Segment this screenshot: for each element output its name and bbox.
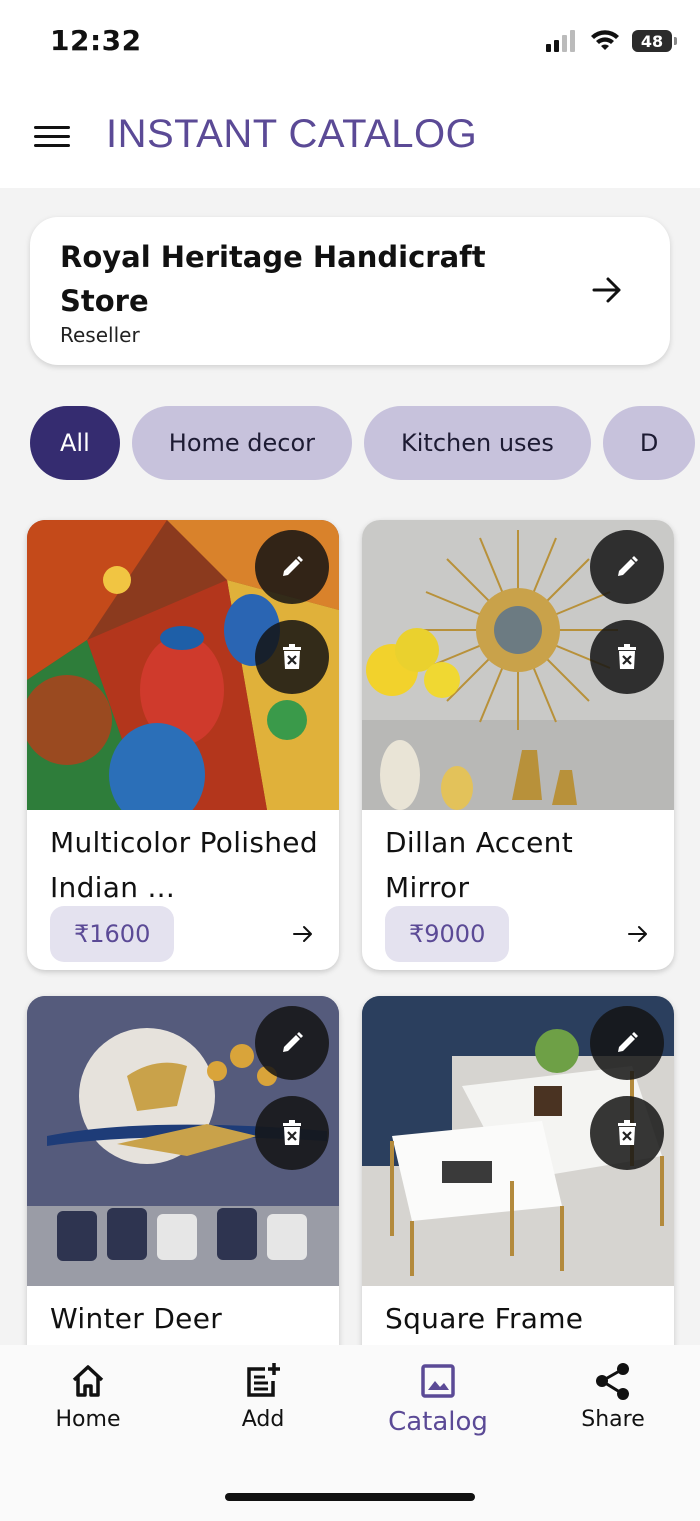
nav-add[interactable]: Add (203, 1361, 323, 1432)
nav-share-label: Share (581, 1407, 645, 1432)
product-name: Square Frame (385, 1302, 584, 1335)
pencil-icon (618, 1032, 638, 1052)
product-card[interactable]: Winter Deer (27, 996, 339, 1376)
image-icon (421, 1364, 455, 1398)
trash-icon (283, 1120, 301, 1145)
product-name: Winter Deer (50, 1302, 223, 1335)
delete-button[interactable] (590, 1096, 664, 1170)
category-chips: All Home decor Kitchen uses D (30, 406, 700, 480)
product-card[interactable]: Dillan Accent Mirror ₹9000 (362, 520, 674, 970)
share-icon (596, 1363, 629, 1400)
edit-button[interactable] (590, 530, 664, 604)
chip-kitchen-uses[interactable]: Kitchen uses (364, 406, 591, 480)
price-badge: ₹1600 (50, 906, 175, 962)
price-badge: ₹9000 (385, 906, 510, 962)
trash-icon (618, 1120, 636, 1145)
status-icons: 48 (546, 30, 677, 52)
bottom-nav: Home Add Catalog Share (0, 1345, 700, 1521)
trash-icon (618, 644, 636, 669)
chip-partial[interactable]: D (602, 406, 696, 480)
store-name: Royal Heritage Handicraft Store (60, 240, 486, 318)
nav-home-label: Home (55, 1407, 121, 1432)
nav-catalog[interactable]: Catalog (378, 1361, 498, 1437)
menu-icon[interactable] (34, 120, 70, 156)
product-name: Multicolor Polished Indian ... (50, 826, 318, 904)
edit-button[interactable] (590, 1006, 664, 1080)
store-role: Reseller (60, 323, 140, 347)
app-bar: INSTANT CATALOG (0, 88, 700, 188)
status-bar: 12:32 48 (0, 0, 700, 88)
pencil-icon (618, 556, 638, 576)
edit-button[interactable] (255, 1006, 329, 1080)
app-title: INSTANT CATALOG (106, 112, 478, 156)
nav-add-label: Add (241, 1407, 285, 1432)
product-name: Dillan Accent Mirror (385, 826, 574, 904)
arrow-right-icon[interactable] (590, 273, 624, 307)
signal-icon (546, 30, 575, 52)
edit-button[interactable] (255, 530, 329, 604)
wifi-icon (591, 30, 619, 50)
home-indicator (225, 1493, 475, 1501)
delete-button[interactable] (590, 620, 664, 694)
battery-level: 48 (640, 31, 664, 51)
nav-home[interactable]: Home (28, 1361, 148, 1432)
chip-home-decor[interactable]: Home decor (131, 406, 353, 480)
home-icon (72, 1365, 104, 1397)
status-time: 12:32 (50, 24, 142, 57)
arrow-right-icon[interactable] (291, 922, 315, 946)
add-post-icon (247, 1363, 280, 1397)
pencil-icon (283, 556, 303, 576)
nav-share[interactable]: Share (553, 1361, 673, 1432)
product-card[interactable]: Square Frame (362, 996, 674, 1376)
arrow-right-icon[interactable] (626, 922, 650, 946)
pencil-icon (283, 1032, 303, 1052)
nav-catalog-label: Catalog (388, 1407, 488, 1437)
battery-icon: 48 (632, 30, 677, 52)
delete-button[interactable] (255, 1096, 329, 1170)
delete-button[interactable] (255, 620, 329, 694)
chip-all[interactable]: All (30, 406, 120, 480)
product-card[interactable]: Multicolor Polished Indian ... ₹1600 (27, 520, 339, 970)
trash-icon (283, 644, 301, 669)
store-card[interactable]: Royal Heritage Handicraft Store Reseller (30, 217, 670, 365)
